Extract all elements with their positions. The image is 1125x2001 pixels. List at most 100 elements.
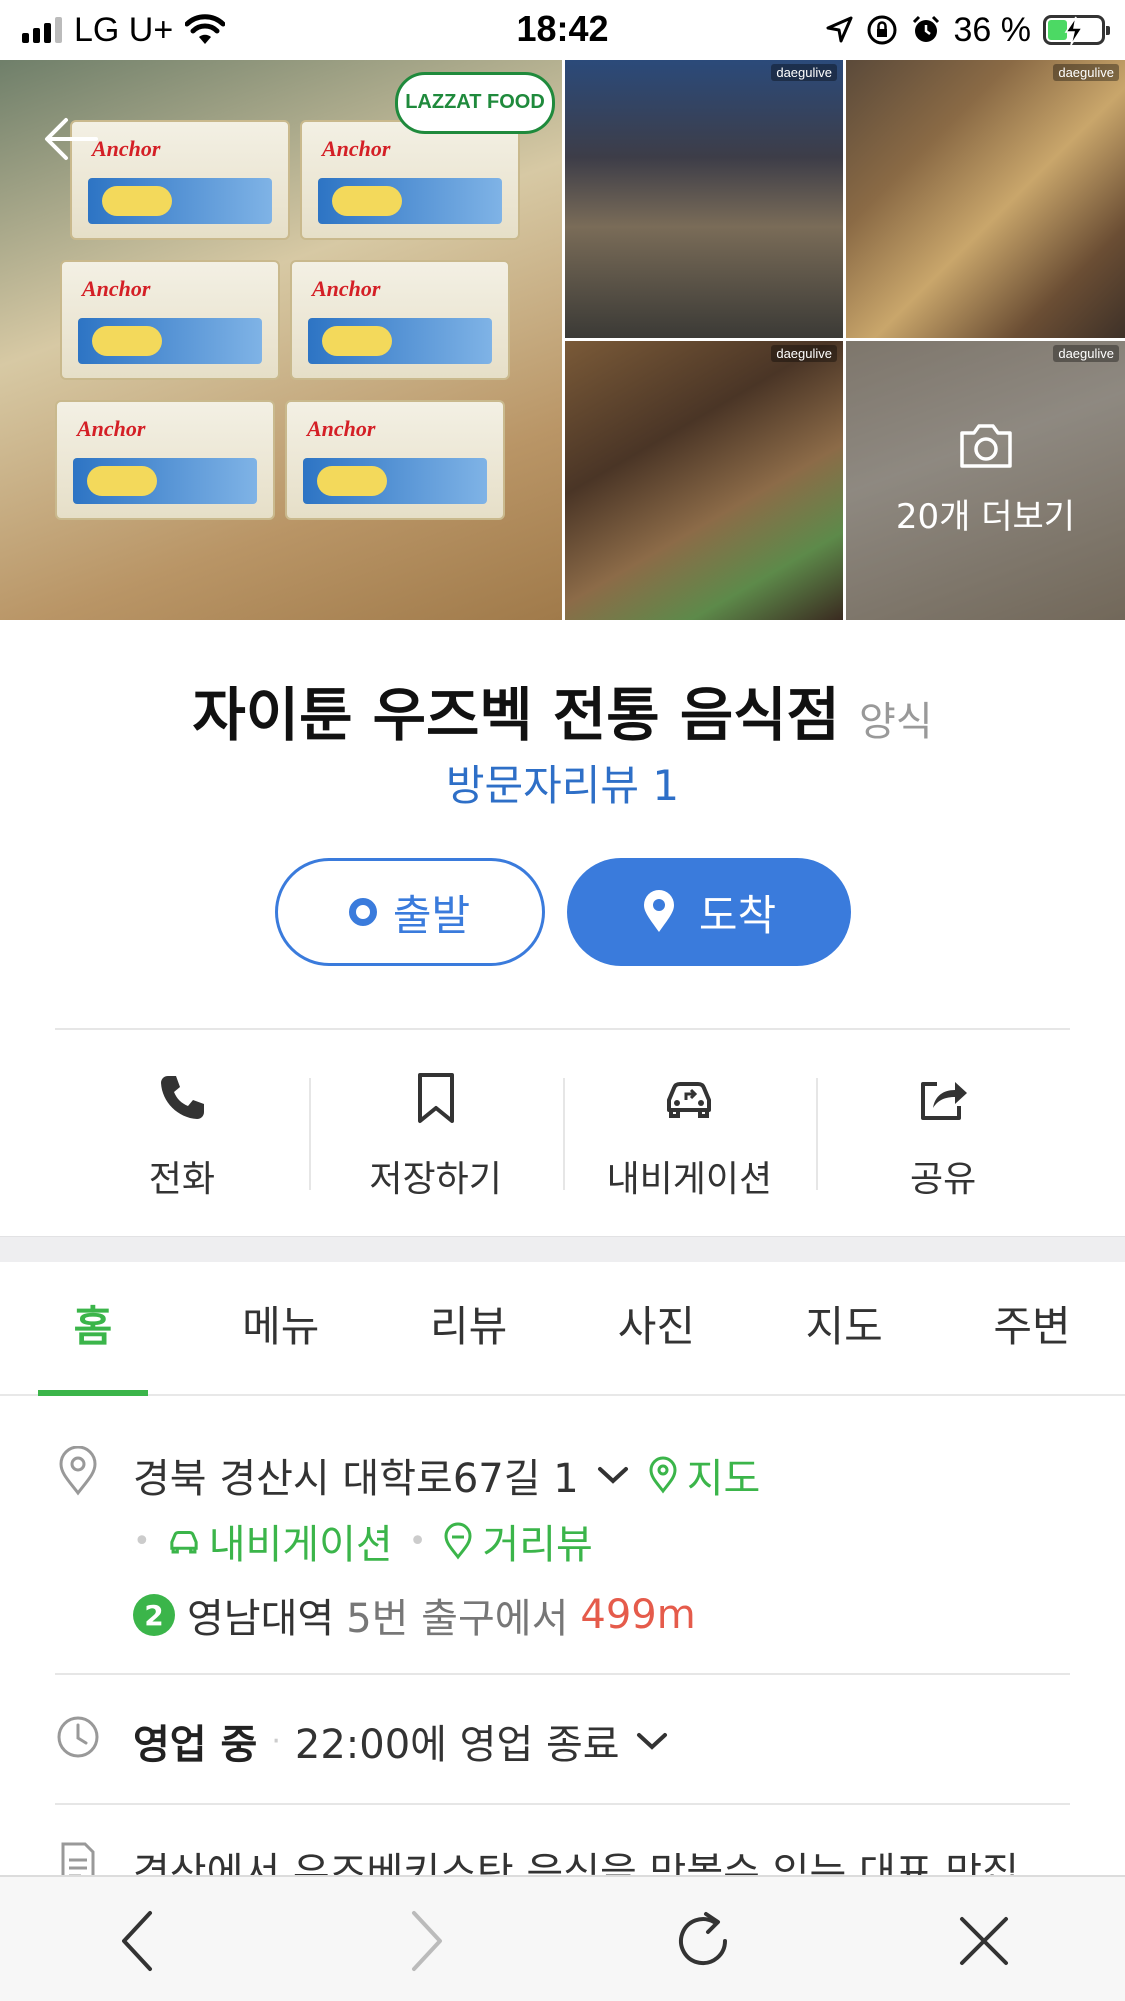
address-links-row: • 내비게이션 • 거리뷰: [55, 1512, 1070, 1572]
photo-skewers[interactable]: daegulive: [846, 60, 1125, 338]
status-bar: LG U+ 18:42 36 %: [0, 0, 1125, 60]
photo-watermark: daegulive: [1053, 345, 1119, 362]
photo-watermark: daegulive: [771, 345, 837, 362]
visitor-review-link[interactable]: 방문자리뷰 1: [0, 752, 1125, 813]
open-status: 영업 중: [133, 1722, 258, 1768]
navigation-action[interactable]: 내비게이션: [562, 1060, 817, 1210]
tab-menu[interactable]: 메뉴: [226, 1262, 336, 1394]
subway-exit: 5번 출구에서: [346, 1596, 569, 1642]
location-arrow-icon: [826, 16, 852, 43]
battery-charging-icon: [1043, 15, 1110, 46]
share-action[interactable]: 공유: [816, 1060, 1070, 1210]
photo-more-button[interactable]: daegulive 20개 더보기: [846, 341, 1125, 620]
arrive-label: 도착: [698, 890, 777, 940]
map-link[interactable]: 지도: [647, 1446, 761, 1504]
navigation-link-label: 내비게이션: [208, 1522, 393, 1568]
browser-close-button[interactable]: [944, 1901, 1024, 1981]
tab-reviews[interactable]: 리뷰: [414, 1262, 524, 1394]
back-arrow-icon[interactable]: [40, 108, 102, 170]
share-icon: [921, 1082, 968, 1120]
camera-icon: [959, 424, 1012, 468]
orientation-lock-icon: [867, 15, 896, 45]
photo-lamb-dish[interactable]: daegulive: [565, 341, 843, 620]
car-navigation-icon: [170, 1530, 198, 1554]
hours-line: 영업 중 · 22:00에 영업 종료: [133, 1712, 670, 1770]
tab-home[interactable]: 홈: [38, 1262, 148, 1396]
chevron-down-icon[interactable]: [634, 1729, 670, 1753]
photo-watermark: daegulive: [771, 64, 837, 81]
car-navigation-icon: [667, 1082, 712, 1118]
hours-separator: ·: [271, 1723, 281, 1759]
status-bar-right: 36 %: [824, 10, 1110, 50]
direction-buttons: 출발 도착: [0, 858, 1125, 966]
divider: [55, 1028, 1070, 1030]
main-photo[interactable]: Anchor Anchor Anchor Anchor Anchor Ancho…: [0, 60, 562, 620]
bullet-separator: •: [133, 1523, 151, 1559]
tab-nearby[interactable]: 주변: [977, 1262, 1087, 1394]
streetview-link-label: 거리뷰: [482, 1522, 593, 1568]
phone-icon: [160, 1076, 204, 1119]
arrive-button[interactable]: 도착: [566, 858, 851, 966]
depart-button[interactable]: 출발: [274, 858, 545, 966]
close-icon: [960, 1917, 1008, 1965]
browser-toolbar: [0, 1875, 1125, 2001]
browser-forward-button[interactable]: [386, 1901, 466, 1981]
divider: [55, 1673, 1070, 1675]
streetview-pin-icon: [444, 1522, 472, 1560]
photo-gallery: Anchor Anchor Anchor Anchor Anchor Ancho…: [0, 60, 1125, 620]
chevron-right-icon: [412, 1911, 442, 1971]
address-row: 경북 경산시 대학로67길 1 지도: [55, 1446, 1070, 1506]
alarm-icon: [912, 15, 939, 42]
subway-line-badge: 2: [133, 1594, 175, 1636]
call-label: 전화: [148, 1159, 215, 1200]
depart-label: 출발: [392, 890, 471, 940]
hours-row[interactable]: 영업 중 · 22:00에 영업 종료: [55, 1712, 1070, 1772]
browser-back-button[interactable]: [98, 1901, 178, 1981]
address-text: 경북 경산시 대학로67길 1: [133, 1456, 579, 1502]
origin-dot-icon: [348, 898, 377, 926]
photo-storefront[interactable]: daegulive: [565, 60, 843, 338]
butter-row-middle: Anchor Anchor: [60, 260, 510, 380]
photo-watermark: daegulive: [1053, 64, 1119, 81]
share-label: 공유: [910, 1159, 977, 1200]
tab-map[interactable]: 지도: [789, 1262, 899, 1394]
tab-bar: 홈 메뉴 리뷰 사진 지도 주변: [0, 1262, 1125, 1396]
map-pin-icon: [643, 890, 674, 932]
bullet-separator: •: [408, 1523, 427, 1559]
clock-icon: [57, 1716, 99, 1758]
place-category: 양식: [859, 699, 933, 745]
closing-time: 22:00에 영업 종료: [294, 1722, 620, 1768]
divider: [55, 1803, 1070, 1805]
save-action[interactable]: 저장하기: [308, 1060, 563, 1210]
navigation-link[interactable]: 내비게이션: [167, 1512, 393, 1570]
reload-icon: [679, 1912, 727, 1966]
address-links: • 내비게이션 • 거리뷰: [133, 1512, 593, 1570]
map-pin-outline-icon: [649, 1456, 677, 1494]
browser-reload-button[interactable]: [663, 1901, 743, 1981]
more-photos-label: 20개 더보기: [895, 497, 1076, 537]
more-photos: 20개 더보기: [846, 421, 1125, 538]
battery-percent: 36 %: [953, 10, 1032, 49]
navigation-label: 내비게이션: [606, 1159, 773, 1200]
bookmark-icon: [417, 1073, 454, 1123]
location-pin-icon: [59, 1446, 97, 1496]
tab-photos[interactable]: 사진: [601, 1262, 711, 1394]
subway-row: 2 영남대역 5번 출구에서 499m: [55, 1586, 1070, 1646]
subway-station: 영남대역: [187, 1596, 335, 1642]
map-link-label: 지도: [686, 1456, 761, 1502]
butter-row-top: Anchor Anchor: [70, 120, 520, 240]
save-label: 저장하기: [369, 1159, 502, 1200]
call-action[interactable]: 전화: [55, 1060, 309, 1210]
quick-actions: 전화 저장하기 내비게이션 공유: [55, 1060, 1070, 1210]
store-logo: LAZZAT FOOD: [395, 72, 555, 134]
chevron-left-icon: [122, 1911, 152, 1971]
place-title-row: 자이툰 우즈벡 전통 음식점 양식: [0, 668, 1125, 752]
butter-row-bottom: Anchor Anchor: [55, 400, 505, 520]
section-separator: [0, 1236, 1125, 1262]
address-line: 경북 경산시 대학로67길 1 지도: [133, 1446, 760, 1504]
streetview-link[interactable]: 거리뷰: [442, 1512, 593, 1570]
subway-distance: 499m: [580, 1592, 696, 1638]
chevron-down-icon[interactable]: [595, 1463, 631, 1487]
subway-line: 2 영남대역 5번 출구에서 499m: [133, 1586, 696, 1644]
place-name: 자이툰 우즈벡 전통 음식점: [192, 681, 840, 749]
